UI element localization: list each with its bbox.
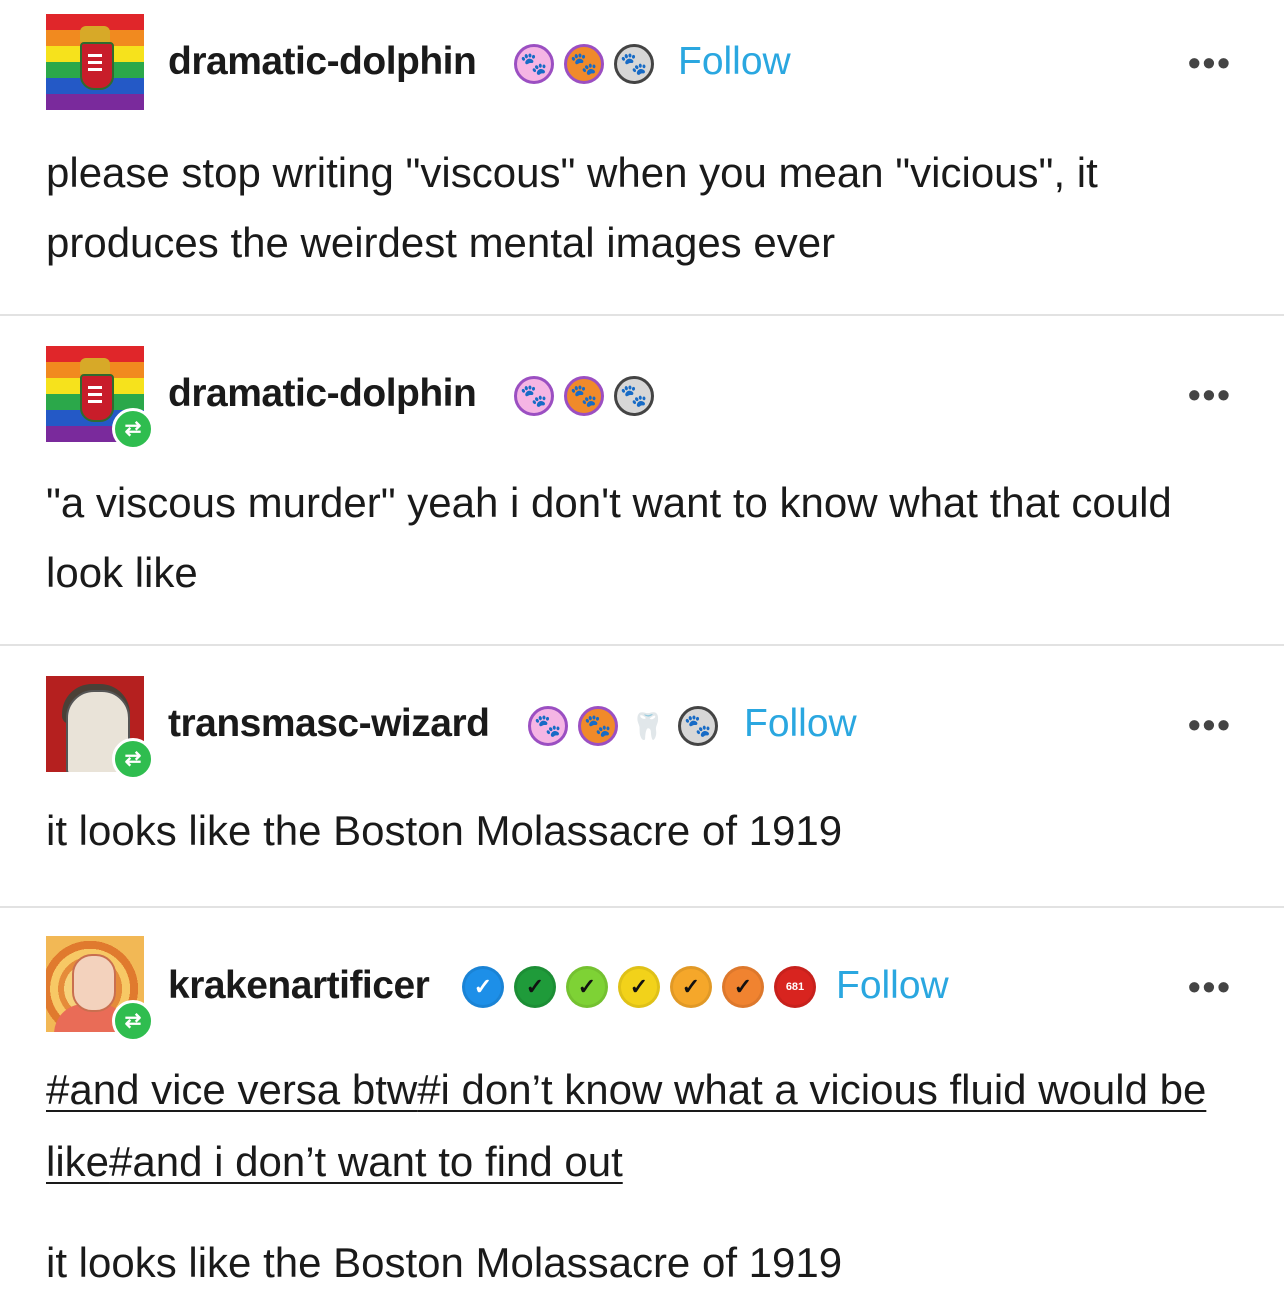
follow-button[interactable]: Follow — [836, 964, 949, 1008]
reblog-icon: ⇄ — [112, 408, 154, 450]
post-text: please stop writing "viscous" when you m… — [46, 149, 1098, 266]
paw-badge-icon[interactable]: 🐾 — [578, 706, 618, 746]
username[interactable]: dramatic-dolphin — [168, 372, 477, 416]
paw-badge-icon[interactable]: 🐾 — [564, 376, 604, 416]
post-text: it looks like the Boston Molassacre of 1… — [46, 807, 843, 854]
post-header: ⇄ dramatic-dolphin 🐾 🐾 🐾 ••• — [0, 316, 1284, 450]
tag[interactable]: #and i don’t want to find out — [109, 1138, 623, 1185]
paw-badge-icon[interactable]: 🐾 — [528, 706, 568, 746]
reblog-thread: dramatic-dolphin 🐾 🐾 🐾 Follow ••• please… — [0, 0, 1284, 1286]
tag[interactable]: #and vice versa btw — [46, 1066, 417, 1113]
verified-check-icon[interactable]: ✓ — [566, 966, 608, 1008]
crown-icon — [80, 358, 110, 374]
post-text: it looks like the Boston Molassacre of 1… — [46, 1239, 843, 1286]
post-header: dramatic-dolphin 🐾 🐾 🐾 Follow ••• — [0, 0, 1284, 110]
crown-icon — [80, 26, 110, 42]
verified-check-icon[interactable]: ✓ — [618, 966, 660, 1008]
badge-row: 🐾 🐾 🦷 🐾 — [528, 706, 718, 746]
verified-check-icon[interactable]: ✓ — [670, 966, 712, 1008]
follow-button[interactable]: Follow — [744, 702, 857, 746]
verified-check-icon[interactable]: ✓ — [722, 966, 764, 1008]
post-header: ⇄ krakenartificer ✓ ✓ ✓ ✓ ✓ ✓ 681 Follow… — [0, 908, 1284, 1042]
rainbow-flag-icon — [46, 14, 144, 110]
paw-badge-icon[interactable]: 🐾 — [614, 44, 654, 84]
post-4: ⇄ krakenartificer ✓ ✓ ✓ ✓ ✓ ✓ 681 Follow… — [0, 908, 1284, 1286]
username[interactable]: dramatic-dolphin — [168, 40, 477, 84]
post-2: ⇄ dramatic-dolphin 🐾 🐾 🐾 ••• "a viscous … — [0, 316, 1284, 646]
username[interactable]: krakenartificer — [168, 964, 430, 1008]
paw-badge-icon[interactable]: 🐾 — [678, 706, 718, 746]
avatar[interactable] — [46, 14, 144, 110]
post-header: ⇄ transmasc-wizard 🐾 🐾 🦷 🐾 Follow ••• — [0, 646, 1284, 780]
paw-badge-icon[interactable]: 🐾 — [514, 44, 554, 84]
post-1: dramatic-dolphin 🐾 🐾 🐾 Follow ••• please… — [0, 0, 1284, 316]
crest-icon — [80, 42, 114, 90]
post-text: "a viscous murder" yeah i don't want to … — [46, 479, 1172, 596]
crest-icon — [80, 374, 114, 422]
post-3: ⇄ transmasc-wizard 🐾 🐾 🦷 🐾 Follow ••• it… — [0, 646, 1284, 906]
more-options-icon[interactable]: ••• — [1188, 966, 1232, 1008]
more-options-icon[interactable]: ••• — [1188, 704, 1232, 746]
reblog-icon: ⇄ — [112, 738, 154, 780]
reblog-icon: ⇄ — [112, 1000, 154, 1042]
d20-badge-icon[interactable]: 681 — [774, 966, 816, 1008]
verified-check-icon[interactable]: ✓ — [514, 966, 556, 1008]
badge-row: 🐾 🐾 🐾 — [514, 44, 654, 84]
paw-badge-icon[interactable]: 🐾 — [564, 44, 604, 84]
paw-badge-icon[interactable]: 🐾 — [614, 376, 654, 416]
follow-button[interactable]: Follow — [678, 40, 791, 84]
tag-list: #and vice versa btw#i don’t know what a … — [46, 1054, 1246, 1198]
more-options-icon[interactable]: ••• — [1188, 374, 1232, 416]
username[interactable]: transmasc-wizard — [168, 702, 490, 746]
head-shape — [72, 954, 116, 1012]
chattering-teeth-icon[interactable]: 🦷 — [628, 706, 668, 746]
badge-row: 🐾 🐾 🐾 — [514, 376, 654, 416]
paw-badge-icon[interactable]: 🐾 — [514, 376, 554, 416]
badge-row: ✓ ✓ ✓ ✓ ✓ ✓ 681 — [462, 966, 816, 1008]
verified-check-icon[interactable]: ✓ — [462, 966, 504, 1008]
more-options-icon[interactable]: ••• — [1188, 42, 1232, 84]
